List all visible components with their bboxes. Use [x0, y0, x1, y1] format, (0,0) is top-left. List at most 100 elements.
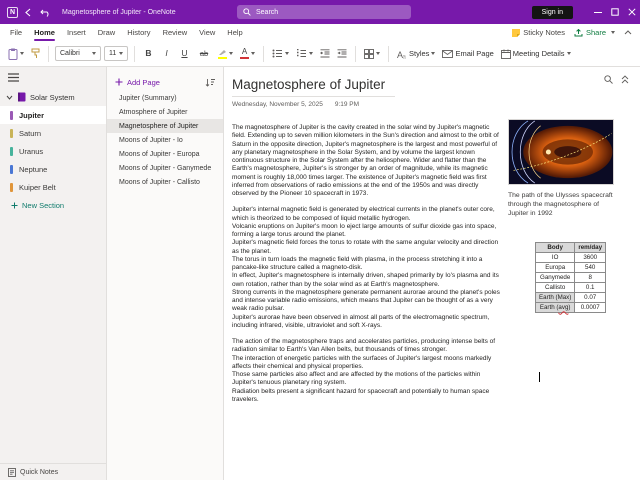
table-cell-body: IO: [534, 252, 576, 264]
tag-grid-icon: [364, 48, 374, 59]
paste-button[interactable]: [6, 45, 26, 63]
page-list-item[interactable]: Moons of Jupiter - Callisto: [107, 175, 223, 189]
search-box[interactable]: Search: [237, 5, 411, 19]
increase-indent-button[interactable]: [335, 45, 349, 63]
page-canvas[interactable]: Magnetosphere of Jupiter Wednesday, Nove…: [224, 67, 640, 480]
minimize-button[interactable]: [589, 0, 606, 24]
undo-icon[interactable]: [40, 8, 51, 17]
menu-item-file[interactable]: File: [4, 24, 28, 41]
bullets-button[interactable]: [270, 45, 291, 63]
paragraph[interactable]: The action of the magnetosphere traps an…: [232, 338, 502, 404]
bold-button[interactable]: B: [141, 45, 156, 63]
table-row[interactable]: Ganymede 8: [534, 272, 607, 284]
table-cell-body: Ganymede: [534, 272, 576, 284]
full-page-view-icon[interactable]: [621, 75, 630, 84]
sidebar-section-saturn[interactable]: Saturn: [0, 124, 106, 142]
menu-item-insert[interactable]: Insert: [61, 24, 92, 41]
ribbon-divider: [48, 45, 49, 62]
ribbon-divider: [355, 45, 356, 62]
sidebar-section-neptune[interactable]: Neptune: [0, 160, 106, 178]
right-column: The path of the Ulysses spacecraft throu…: [508, 119, 620, 314]
paragraph[interactable]: The magnetosphere of Jupiter is the cavi…: [232, 124, 502, 198]
table-cell-body: Europa: [534, 262, 576, 274]
sign-in-button[interactable]: Sign in: [531, 5, 573, 19]
add-page-button[interactable]: Add Page: [115, 78, 160, 87]
table-row[interactable]: Earth (Max) 0.07: [534, 292, 607, 304]
underline-button[interactable]: U: [177, 45, 192, 63]
close-button[interactable]: [623, 0, 640, 24]
menu-item-home[interactable]: Home: [28, 24, 61, 41]
table-header-row: Body rem/day: [534, 242, 607, 254]
sticky-notes-button[interactable]: Sticky Notes: [512, 28, 565, 37]
page-time: 9:19 PM: [334, 101, 360, 108]
onenote-app-icon[interactable]: N: [7, 6, 18, 18]
share-button[interactable]: Share: [574, 28, 615, 37]
font-size-select[interactable]: 11: [104, 46, 128, 61]
magnetosphere-diagram-image[interactable]: [508, 119, 614, 185]
calendar-icon: [500, 49, 511, 59]
page-list-item[interactable]: Moons of Jupiter - Ganymede: [107, 161, 223, 175]
hamburger-menu-icon[interactable]: [8, 73, 19, 82]
new-section-button[interactable]: New Section: [0, 196, 106, 214]
menu-item-draw[interactable]: Draw: [92, 24, 122, 41]
menubar-items: File Home Insert Draw History Review View Help: [4, 24, 249, 41]
maximize-button[interactable]: [606, 0, 623, 24]
font-color-button[interactable]: A: [238, 45, 257, 63]
radiation-table[interactable]: Body rem/day IO 3600 Europa 540 Ganymede…: [534, 242, 607, 314]
sidebar-section-kuiper-belt[interactable]: Kuiper Belt: [0, 178, 106, 196]
clipboard-icon: [8, 48, 18, 60]
decrease-indent-button[interactable]: [318, 45, 332, 63]
page-list-item[interactable]: Moons of Jupiter - Europa: [107, 147, 223, 161]
numbering-button[interactable]: [294, 45, 315, 63]
page-search-icon[interactable]: [604, 75, 613, 84]
notebook-row[interactable]: Solar System: [0, 88, 106, 106]
table-header-body: Body: [534, 242, 576, 254]
section-color-bar: [10, 110, 13, 120]
note-body[interactable]: The magnetosphere of Jupiter is the cavi…: [232, 124, 502, 404]
strikethrough-button[interactable]: ab: [195, 45, 213, 63]
content-tools: [604, 75, 630, 84]
italic-button[interactable]: I: [159, 45, 174, 63]
titlebar: N Magnetosphere of Jupiter - OneNote Sea…: [0, 0, 640, 24]
tags-button[interactable]: [362, 45, 382, 63]
format-painter-button[interactable]: [29, 45, 42, 63]
paragraph[interactable]: Jupiter's internal magnetic field is gen…: [232, 206, 502, 330]
bullets-icon: [272, 49, 282, 58]
page-list-panel: Add Page Jupiter (Summary) Atmosphere of …: [107, 67, 224, 480]
menu-item-history[interactable]: History: [121, 24, 156, 41]
styles-button[interactable]: Aa Styles: [395, 45, 437, 63]
menu-item-view[interactable]: View: [193, 24, 221, 41]
notebook-icon: [18, 92, 26, 102]
plus-icon: [11, 202, 18, 208]
sort-pages-icon[interactable]: [205, 78, 215, 87]
menu-item-review[interactable]: Review: [157, 24, 194, 41]
table-row[interactable]: Earth (avg) 0.0007: [534, 302, 607, 314]
outdent-icon: [320, 49, 330, 58]
table-row[interactable]: Europa 540: [534, 262, 607, 274]
email-page-button[interactable]: Email Page: [440, 45, 495, 63]
font-name-select[interactable]: Calibri: [55, 46, 101, 61]
page-list-item[interactable]: Jupiter (Summary): [107, 91, 223, 105]
sidebar-section-jupiter[interactable]: Jupiter: [0, 106, 106, 124]
table-row[interactable]: Callisto 0.1: [534, 282, 607, 294]
back-icon[interactable]: [24, 8, 34, 17]
table-row[interactable]: IO 3600: [534, 252, 607, 264]
page-list-item[interactable]: Atmosphere of Jupiter: [107, 105, 223, 119]
highlight-button[interactable]: [216, 45, 235, 63]
highlighter-icon: [218, 48, 227, 60]
onenote-window: { "titlebar": { "title": "Magnetosphere …: [0, 0, 640, 480]
meeting-details-button[interactable]: Meeting Details: [499, 45, 573, 63]
ribbon-divider: [134, 45, 135, 62]
page-title[interactable]: Magnetosphere of Jupiter: [232, 77, 396, 97]
page-list-item[interactable]: Moons of Jupiter - Io: [107, 133, 223, 147]
menu-item-help[interactable]: Help: [221, 24, 248, 41]
section-color-bar: [10, 164, 13, 174]
sidebar-section-uranus[interactable]: Uranus: [0, 142, 106, 160]
table-cell-value: 8: [574, 272, 607, 284]
page-list-item[interactable]: Magnetosphere of Jupiter: [107, 119, 223, 133]
chevron-down-icon: [6, 95, 13, 100]
quick-notes-button[interactable]: Quick Notes: [0, 463, 106, 480]
image-caption[interactable]: The path of the Ulysses spacecraft throu…: [508, 192, 614, 218]
sticky-note-icon: [512, 28, 521, 37]
collapse-ribbon-icon[interactable]: [624, 30, 632, 35]
